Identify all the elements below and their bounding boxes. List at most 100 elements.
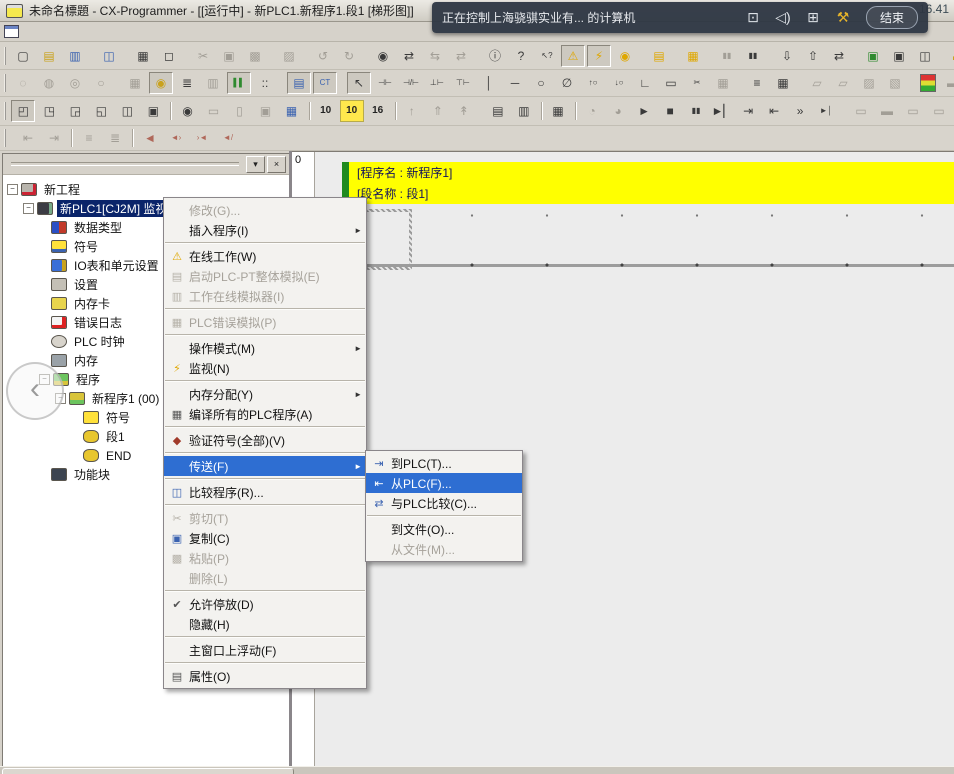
monitor-toggle[interactable]: ⚡ (587, 45, 611, 67)
ctx-operating-mode[interactable]: 操作模式(M) ► (164, 338, 366, 358)
new-closed-contact-button[interactable]: ⊣/⊢ (399, 72, 423, 94)
sim-run-button[interactable]: ► (632, 100, 656, 122)
set-value-up3-button[interactable]: ↟ (452, 100, 476, 122)
sidebar-collapse-handle[interactable]: ‹ (6, 362, 64, 420)
tree-expander[interactable]: − (23, 203, 34, 214)
go-previous-jump-button[interactable]: ›◄ (190, 127, 214, 149)
tree-expander[interactable]: − (7, 184, 18, 195)
new-contact-button[interactable]: ⊣⊢ (373, 72, 397, 94)
online-edit-button[interactable]: ▤ (647, 45, 671, 67)
submenu-from-plc[interactable]: ⇤ 从PLC(F)... (366, 473, 522, 493)
sim-stop-button[interactable]: ■ (658, 100, 682, 122)
replace-button[interactable]: ⇄ (397, 45, 421, 67)
menu-insert[interactable] (71, 30, 87, 34)
menu-simulation[interactable] (119, 30, 135, 34)
address-stack-button[interactable]: ≡ (745, 72, 769, 94)
window-tile-h-button[interactable]: ◲ (63, 100, 87, 122)
compile-program-button[interactable]: ▦ (771, 72, 795, 94)
sim-mode-2-button[interactable]: ◕ (606, 100, 630, 122)
view-panel-3-button[interactable]: ▭ (901, 100, 925, 122)
zoom-fit-button[interactable]: ◎ (63, 72, 87, 94)
set-value-up-button[interactable]: ↑ (400, 100, 424, 122)
window-arrange-button[interactable]: ◫ (115, 100, 139, 122)
fullscreen-icon[interactable]: ⊡ (738, 9, 768, 26)
sim-step-in-button[interactable]: ⇥ (736, 100, 760, 122)
ctx-work-online[interactable]: ⚠ 在线工作(W) (164, 246, 366, 266)
ctx-delete[interactable]: 删除(L) (164, 568, 366, 588)
simulator-online-button[interactable]: ▤ (486, 100, 510, 122)
paste-special-button[interactable]: ▨ (277, 45, 301, 67)
indent-button[interactable]: ⇤ (16, 127, 40, 149)
download-to-plc-button[interactable]: ⇩ (775, 45, 799, 67)
work-online-toggle[interactable]: ⚠ (561, 45, 585, 67)
align-list-1-button[interactable]: ≡ (77, 127, 101, 149)
submenu-to-file[interactable]: 到文件(O)... (366, 519, 522, 539)
redo-button[interactable]: ↻ (337, 45, 361, 67)
new-or-contact-button[interactable]: ⊥⊢ (425, 72, 449, 94)
menu-help[interactable] (167, 30, 183, 34)
undo-button[interactable]: ↺ (311, 45, 335, 67)
upload-from-plc-button[interactable]: ⇧ (801, 45, 825, 67)
monitor-signed-decimal-button[interactable]: 10 (340, 100, 364, 122)
new-differentiated-coil-button[interactable]: ↑○ (581, 72, 605, 94)
ctx-allow-docking[interactable]: ✔ 允许停放(D) (164, 594, 366, 614)
view-panel-1-button[interactable]: ▭ (849, 100, 873, 122)
ctx-insert-program[interactable]: 插入程序(I) ► (164, 220, 366, 240)
show-grid-button[interactable]: ▦ (123, 72, 147, 94)
sim-mode-1-button[interactable]: ◔ (580, 100, 604, 122)
io-comment-view-button[interactable]: ▦ (280, 100, 304, 122)
menu-programming[interactable] (87, 30, 103, 34)
view-panel-2-button[interactable]: ▬ (875, 100, 899, 122)
submenu-to-plc[interactable]: ⇥ 到PLC(T)... (366, 453, 522, 473)
save-button[interactable]: ▥ (63, 45, 87, 67)
window-tile-v-button[interactable]: ◱ (89, 100, 113, 122)
ctx-memory-allocation[interactable]: 内存分配(Y) ► (164, 384, 366, 404)
menu-plc[interactable] (103, 30, 119, 34)
go-back-rung-button[interactable]: ◄ (138, 127, 162, 149)
menu-view[interactable] (55, 30, 71, 34)
watch-sheet-button[interactable]: ▭ (202, 100, 226, 122)
find-in-project-button[interactable]: ◫ (97, 45, 121, 67)
context-help-button[interactable]: ↖? (535, 45, 559, 67)
sim-pause-button[interactable]: ▮▮ (684, 100, 708, 122)
sim-step-out-button[interactable]: ⇤ (762, 100, 786, 122)
watch-4-button[interactable]: ▧ (883, 72, 907, 94)
force-off-button[interactable]: ▣ (887, 45, 911, 67)
monitor-decimal-button[interactable]: 10 (314, 100, 338, 122)
new-vertical-button[interactable]: │ (477, 72, 501, 94)
menu-tools[interactable] (135, 30, 151, 34)
panel-close-button[interactable]: × (267, 156, 286, 173)
zoom-in-button[interactable]: ◌ (11, 72, 35, 94)
watch-2-button[interactable]: ▱ (831, 72, 855, 94)
ctx-properties[interactable]: ▤ 属性(O) (164, 666, 366, 686)
address-reference-button[interactable]: ▣ (254, 100, 278, 122)
open-file-button[interactable]: ▤ (37, 45, 61, 67)
ctx-work-online-simulator[interactable]: ▥ 工作在线模拟器(I) (164, 286, 366, 306)
ctx-cut[interactable]: ✂ 剪切(T) (164, 508, 366, 528)
submenu-from-file[interactable]: 从文件(M)... (366, 539, 522, 559)
simulator-transfer-button[interactable]: ▥ (512, 100, 536, 122)
submenu-compare-with-plc[interactable]: ⇄ 与PLC比较(C)... (366, 493, 522, 513)
pause-1-button[interactable]: ▮▮ (715, 45, 739, 67)
show-rungs-as-list-button[interactable]: :: (253, 72, 277, 94)
show-monitor-in-rung-button[interactable]: ▥ (201, 72, 225, 94)
horizontal-scrollbar[interactable] (0, 766, 954, 774)
print-button[interactable]: ▦ (131, 45, 155, 67)
set-value-up2-button[interactable]: ⇑ (426, 100, 450, 122)
ctx-compile-all-plc-programs[interactable]: ▦ 编译所有的PLC程序(A) (164, 404, 366, 424)
new-or-closed-contact-button[interactable]: ⊤⊢ (451, 72, 475, 94)
view-panel-4-button[interactable]: ▭ (927, 100, 951, 122)
ctx-verify-symbols-all[interactable]: ◆ 验证符号(全部)(V) (164, 430, 366, 450)
ctx-float-on-main-window[interactable]: 主窗口上浮动(F) (164, 640, 366, 660)
print-preview-button[interactable]: ◻ (157, 45, 181, 67)
ctx-hide[interactable]: 隐藏(H) (164, 614, 366, 634)
zoom-out-button[interactable]: ◍ (37, 72, 61, 94)
watch-3-button[interactable]: ▨ (857, 72, 881, 94)
menu-edit[interactable] (39, 30, 55, 34)
simulator-scan-button[interactable]: ▦ (546, 100, 570, 122)
show-data-trace-button[interactable]: ▤ (287, 72, 311, 94)
offline-status-button[interactable]: ▬ (941, 72, 954, 94)
new-instruction-button[interactable]: ∟ (633, 72, 657, 94)
new-horizontal-button[interactable]: ─ (503, 72, 527, 94)
ctx-modify[interactable]: 修改(G)... (164, 200, 366, 220)
